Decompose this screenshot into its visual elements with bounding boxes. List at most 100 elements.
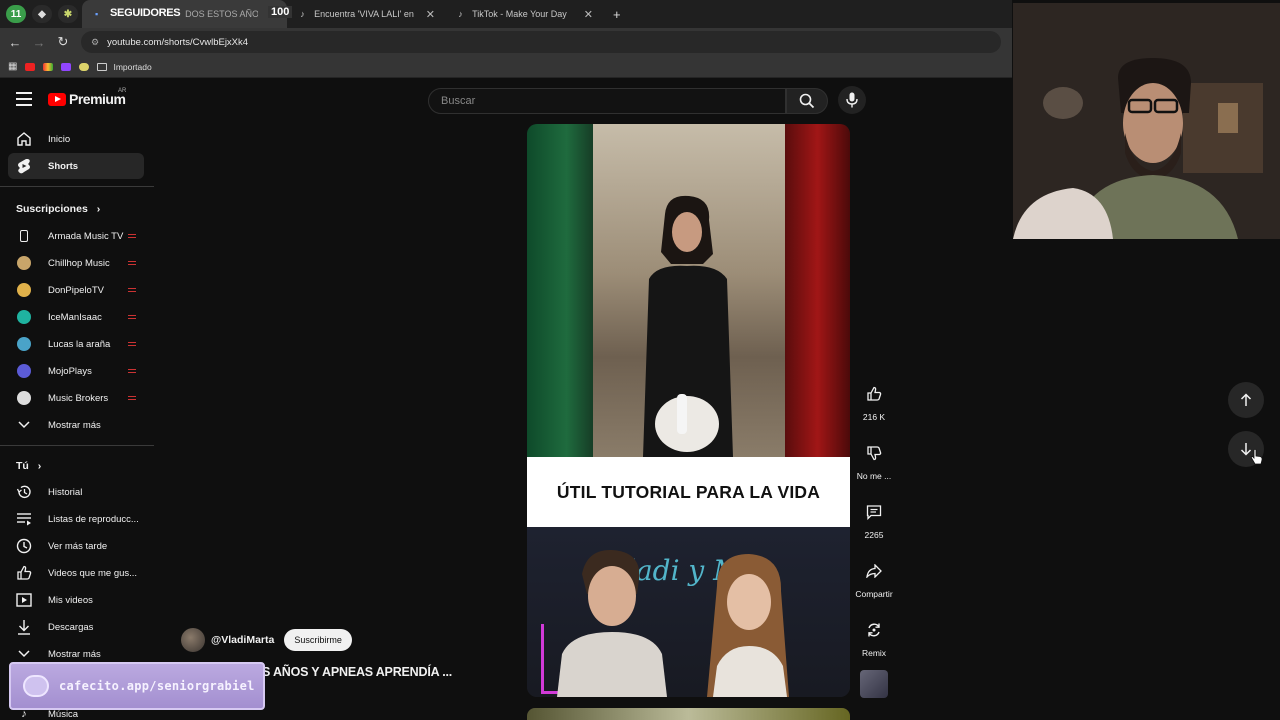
tab-active-label: DOS ESTOS AÑOS Y APN (185, 9, 258, 19)
channel-avatar[interactable] (181, 628, 205, 652)
channel-name[interactable]: @VladiMarta (211, 634, 274, 646)
short-video-player[interactable]: ÚTIL TUTORIAL PARA LA VIDA ladi y M (527, 124, 850, 697)
sidebar-divider (0, 186, 154, 187)
youtube-play-icon (48, 92, 66, 106)
previous-short-button[interactable] (1228, 382, 1264, 418)
short-title[interactable]: S AÑOS Y APNEAS APRENDÍA ... (262, 665, 452, 679)
sidebar-item-label: MojoPlays (48, 365, 92, 377)
sidebar-item-history[interactable]: Historial (8, 479, 144, 505)
like-button[interactable]: 216 K (853, 380, 895, 422)
tab-close-icon[interactable]: ✕ (426, 8, 435, 21)
coffee-cup-icon (23, 675, 49, 697)
search-input[interactable]: Buscar (428, 88, 786, 114)
subscription-item[interactable]: Armada Music TV (8, 223, 144, 249)
channel-avatar (16, 363, 32, 379)
sidebar-item-watch-later[interactable]: Ver más tarde (8, 533, 144, 559)
bookmark-folder-label: Importado (113, 61, 152, 72)
bookmark-icon (79, 62, 90, 71)
sidebar-item-liked[interactable]: Videos que me gus... (8, 560, 144, 586)
sidebar-item-label: Mostrar más (48, 648, 101, 660)
pinned-tab-diamond-icon[interactable]: ◆ (32, 5, 52, 23)
bookmark-folder[interactable]: Importado (97, 61, 152, 72)
tab-tiktok-search[interactable]: ♪ Encuentra 'VIVA LALI' en TikTok ✕ (287, 0, 445, 28)
address-bar[interactable]: ⚙ youtube.com/shorts/CvwlbEjxXk4 (81, 31, 1001, 53)
sidebar-item-label: Mis videos (48, 594, 93, 606)
pinned-tab-puzzle-icon[interactable]: ✱ (58, 5, 78, 23)
live-indicator-icon (128, 261, 136, 265)
sidebar-item-downloads[interactable]: Descargas (8, 614, 144, 640)
you-header-label: Tú (16, 460, 29, 472)
comments-button[interactable]: 2265 (853, 498, 895, 540)
subscription-item[interactable]: MojoPlays (8, 358, 144, 384)
subscribe-button[interactable]: Suscribirme (284, 629, 352, 651)
voice-search-button[interactable] (838, 86, 866, 114)
sidebar-item-label: Chillhop Music (48, 257, 110, 269)
bookmark-gmail[interactable] (43, 62, 54, 71)
sidebar-item-shorts[interactable]: Shorts (8, 153, 144, 179)
you-header[interactable]: Tú › (16, 460, 41, 472)
chevron-down-icon (16, 646, 32, 662)
sound-thumbnail[interactable] (860, 670, 888, 698)
sidebar-divider (0, 445, 154, 446)
sidebar-item-my-videos[interactable]: Mis videos (8, 587, 144, 613)
subscription-item[interactable]: IceManIsaac (8, 304, 144, 330)
flag-green-stripe (527, 124, 593, 457)
tiktok-favicon-icon: ♪ (458, 9, 463, 19)
pinned-tab-counter[interactable]: 11 (6, 5, 26, 23)
menu-icon[interactable] (16, 92, 32, 106)
tab-label: Encuentra 'VIVA LALI' en TikTok (314, 9, 416, 19)
share-button[interactable]: Compartir (853, 557, 895, 599)
subscription-item[interactable]: Music Brokers (8, 385, 144, 411)
next-short-preview[interactable] (527, 708, 850, 720)
url-text: youtube.com/shorts/CvwlbEjxXk4 (107, 36, 249, 48)
channel-avatar (16, 228, 32, 244)
logo-text: Premium (69, 91, 126, 107)
sidebar-item-inicio[interactable]: Inicio (8, 126, 144, 152)
subscription-item[interactable]: DonPipeloTV (8, 277, 144, 303)
home-icon (16, 131, 32, 147)
chevron-right-icon: › (96, 203, 101, 215)
dislike-label: No me ... (856, 471, 892, 481)
sidebar-item-label: Listas de reproducc... (48, 513, 139, 525)
bookmark-twitch[interactable] (61, 62, 72, 71)
sidebar-item-label: IceManIsaac (48, 311, 102, 323)
share-label: Compartir (855, 589, 893, 599)
channel-avatar (16, 282, 32, 298)
subscription-item[interactable]: Lucas la araña (8, 331, 144, 357)
reload-icon[interactable]: ↻ (51, 34, 75, 50)
person-figure (643, 195, 733, 457)
sidebar-item-label: Music Brokers (48, 392, 109, 404)
mouse-cursor-icon (1250, 448, 1263, 465)
tab-tiktok-home[interactable]: ♪ TikTok - Make Your Day ✕ (445, 0, 603, 28)
site-info-icon[interactable]: ⚙ (91, 37, 99, 48)
dislike-button[interactable]: No me ... (853, 439, 895, 481)
sidebar-item-label: Historial (48, 486, 83, 498)
search-icon (799, 93, 815, 109)
flag-red-stripe (785, 124, 850, 457)
youtube-premium-logo[interactable]: Premium AR (48, 88, 126, 107)
forward-arrow-icon[interactable]: → (27, 35, 51, 50)
back-arrow-icon[interactable]: ← (3, 35, 27, 50)
tab-close-icon[interactable]: ✕ (584, 8, 593, 21)
tiktok-favicon-icon: ♪ (300, 9, 305, 19)
sidebar-item-label: Lucas la araña (48, 338, 111, 350)
bookmark-other[interactable] (79, 62, 90, 71)
sidebar-item-playlists[interactable]: Listas de reproducc... (8, 506, 144, 532)
subscriptions-header[interactable]: Suscripciones › (16, 203, 100, 215)
new-tab-button[interactable]: + (603, 0, 631, 28)
cafecito-link: cafecito.app/seniorgrabiel (59, 679, 255, 693)
remix-button[interactable]: Remix (853, 616, 895, 658)
bookmark-youtube[interactable] (25, 62, 36, 71)
playlists-icon (16, 511, 32, 527)
subscription-item[interactable]: Chillhop Music (8, 250, 144, 276)
screen: 11 ◆ ✱ ▪ DOS ESTOS AÑOS Y APN ✕ ♪ Encuen… (0, 0, 1280, 720)
sidebar-item-label: DonPipeloTV (48, 284, 104, 296)
liked-icon (16, 565, 32, 581)
show-more-subscriptions[interactable]: Mostrar más (8, 412, 144, 438)
apps-grid-icon[interactable]: ▦ (8, 61, 17, 72)
guide-sidebar: Inicio Shorts Suscripciones › Armada Mus… (0, 120, 154, 720)
comment-count: 2265 (864, 530, 884, 540)
gmail-icon (43, 62, 54, 71)
search-button[interactable] (786, 88, 828, 114)
downloads-icon (16, 619, 32, 635)
